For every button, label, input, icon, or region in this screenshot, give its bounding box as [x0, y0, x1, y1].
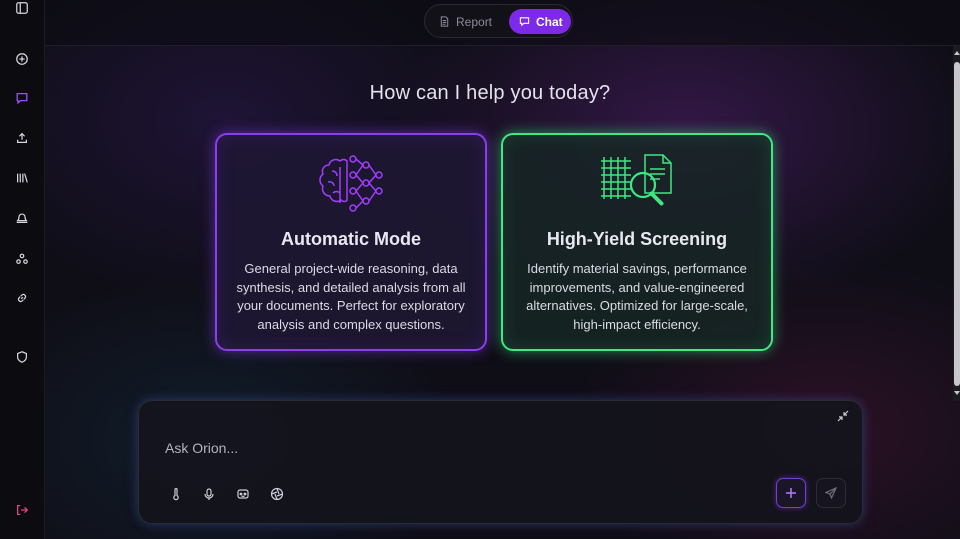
- scroll-up-arrow[interactable]: [954, 49, 960, 57]
- chat-button[interactable]: [6, 84, 38, 112]
- send-icon: [825, 487, 837, 499]
- automatic-mode-card[interactable]: Automatic Mode General project-wide reas…: [215, 133, 487, 351]
- bell-icon: [16, 213, 28, 223]
- logout-button[interactable]: [6, 496, 38, 524]
- upload-icon: [17, 132, 27, 143]
- tab-report-label: Report: [456, 14, 493, 29]
- scroll-down-arrow[interactable]: [954, 389, 960, 397]
- grid-magnifier-icon: [599, 151, 675, 222]
- shield-icon: [17, 351, 27, 363]
- sidebar: [0, 0, 45, 539]
- scrollbar-thumb[interactable]: [954, 62, 960, 386]
- link-icon: [17, 293, 27, 303]
- toggle-sidebar-icon: [16, 2, 28, 14]
- collapse-button[interactable]: [836, 409, 850, 423]
- notifications-button[interactable]: [6, 204, 38, 232]
- chat-bubble-icon: [519, 17, 530, 27]
- plus-icon: [786, 488, 796, 498]
- new-chat-button[interactable]: [6, 45, 38, 73]
- brain-network-icon: [316, 151, 386, 222]
- network-button[interactable]: [6, 245, 38, 273]
- microphone-icon: [204, 488, 214, 500]
- chat-composer: [138, 400, 863, 524]
- card-description: General project-wide reasoning, data syn…: [236, 261, 466, 332]
- security-button[interactable]: [6, 343, 38, 371]
- tab-chat-label: Chat: [536, 14, 563, 29]
- microphone-button[interactable]: [199, 484, 219, 504]
- logout-icon: [16, 504, 29, 516]
- document-icon: [440, 16, 449, 27]
- card-title: Automatic Mode: [280, 229, 421, 249]
- library-button[interactable]: [6, 164, 38, 192]
- main-area: Report Chat How can I help you today? Au…: [45, 0, 960, 539]
- page-title: How can I help you today?: [369, 82, 611, 104]
- aperture-icon: [270, 487, 284, 501]
- chevron-up-icon: [954, 51, 960, 55]
- new-chat-icon: [16, 53, 28, 65]
- mode-toggle: Report Chat: [424, 4, 573, 38]
- card-title: High-Yield Screening: [546, 229, 728, 249]
- ask-orion-input[interactable]: [165, 437, 765, 459]
- thermometer-icon: [173, 487, 179, 501]
- agent-button[interactable]: [233, 484, 253, 504]
- library-icon: [17, 173, 28, 183]
- aperture-button[interactable]: [267, 484, 287, 504]
- tab-chat[interactable]: Chat: [509, 9, 571, 34]
- temperature-button[interactable]: [166, 484, 186, 504]
- collapse-icon: [837, 410, 849, 422]
- tab-report[interactable]: Report: [437, 9, 494, 34]
- robot-icon: [237, 489, 249, 499]
- link-button[interactable]: [6, 284, 38, 312]
- network-icon: [16, 253, 28, 264]
- high-yield-screening-card[interactable]: High-Yield Screening Identify material s…: [501, 133, 773, 351]
- add-attachment-button[interactable]: [776, 478, 806, 508]
- send-button[interactable]: [816, 478, 846, 508]
- chat-icon: [16, 92, 28, 105]
- chevron-down-icon: [954, 391, 960, 395]
- toggle-sidebar-button[interactable]: [6, 0, 38, 22]
- card-description: Identify material savings, performance i…: [526, 261, 748, 332]
- top-bar: Report Chat: [45, 0, 960, 46]
- app-root: Report Chat How can I help you today? Au…: [0, 0, 960, 539]
- upload-button[interactable]: [6, 124, 38, 152]
